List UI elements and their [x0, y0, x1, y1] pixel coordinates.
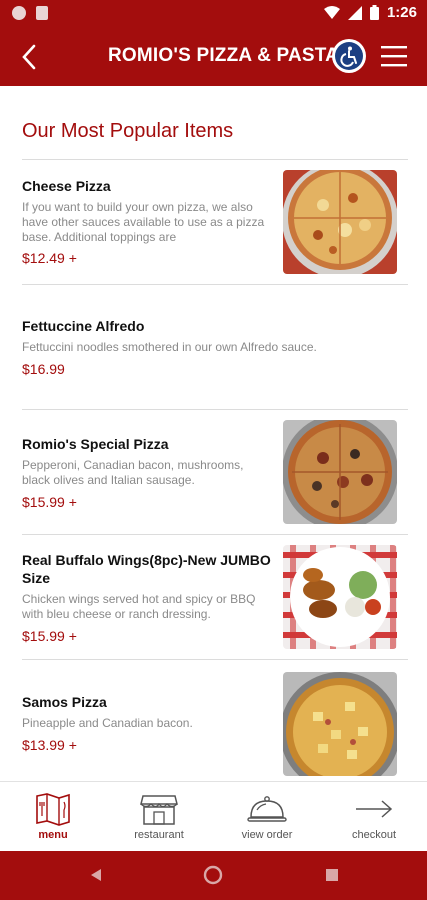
item-price: $12.49 + — [22, 250, 77, 266]
app-header: ROMIO'S PIZZA & PASTA — [0, 28, 427, 86]
item-description: If you want to build your own pizza, we … — [22, 200, 265, 244]
back-button[interactable] — [16, 42, 44, 72]
nav-menu-label: menu — [38, 829, 68, 841]
samos-pizza-image — [283, 672, 397, 776]
item-name: Cheese Pizza — [22, 178, 111, 194]
romios-special-pizza-image — [283, 420, 397, 524]
wifi-icon — [323, 5, 340, 19]
arrow-right-icon — [356, 800, 393, 818]
cloche-icon — [247, 796, 287, 822]
system-back-button[interactable] — [84, 863, 108, 887]
storefront-icon — [140, 795, 178, 825]
accessibility-button[interactable] — [332, 39, 366, 73]
circle-home-icon — [203, 865, 223, 885]
item-description: Pepperoni, Canadian bacon, mushrooms, bl… — [22, 458, 244, 487]
nav-menu[interactable]: menu — [0, 782, 106, 852]
hamburger-icon — [381, 46, 407, 67]
item-description: Pineapple and Canadian bacon. — [22, 716, 193, 730]
menu-item-samos-pizza[interactable]: Samos Pizza Pineapple and Canadian bacon… — [0, 659, 427, 781]
status-notifications — [12, 6, 48, 20]
nav-restaurant-label: restaurant — [134, 829, 184, 841]
item-description: Chicken wings served hot and spicy or BB… — [22, 592, 256, 621]
item-price: $16.99 — [22, 361, 65, 377]
system-home-button[interactable] — [201, 863, 225, 887]
nav-restaurant[interactable]: restaurant — [106, 782, 212, 852]
battery-icon — [369, 5, 379, 20]
back-arrow-icon — [22, 44, 36, 70]
triangle-back-icon — [91, 869, 101, 881]
popular-items-list: Our Most Popular Items Cheese Pizza If y… — [0, 86, 427, 781]
menu-item-cheese-pizza[interactable]: Cheese Pizza If you want to build your o… — [0, 159, 427, 284]
buffalo-wings-image — [283, 545, 397, 649]
item-name: Romio's Special Pizza — [22, 436, 169, 452]
menu-item-fettuccine-alfredo[interactable]: Fettuccine Alfredo Fettuccini noodles sm… — [0, 284, 427, 409]
notification-dot-icon — [12, 6, 26, 20]
system-navigation-bar — [0, 851, 427, 900]
menu-book-icon — [36, 793, 70, 826]
system-recents-button[interactable] — [320, 863, 344, 887]
item-name: Samos Pizza — [22, 694, 107, 710]
cheese-pizza-image — [283, 170, 397, 274]
signal-icon — [347, 5, 362, 20]
nav-view-order[interactable]: view order — [214, 782, 320, 852]
nav-view-order-label: view order — [241, 829, 293, 841]
app-title: ROMIO'S PIZZA & PASTA — [108, 45, 340, 66]
accessibility-icon — [335, 42, 363, 70]
status-bar: 1:26 — [0, 0, 427, 28]
bottom-navigation: menu restaurant view order checkout — [0, 781, 427, 851]
item-price: $15.99 + — [22, 494, 77, 510]
nav-checkout[interactable]: checkout — [321, 782, 427, 852]
status-time: 1:26 — [386, 4, 417, 21]
menu-item-buffalo-wings[interactable]: Real Buffalo Wings(8pc)-New JUMBO Size C… — [0, 534, 427, 659]
status-indicators: 1:26 — [323, 4, 417, 21]
item-price: $13.99 + — [22, 737, 77, 753]
item-price: $15.99 + — [22, 628, 77, 644]
menu-item-romios-special-pizza[interactable]: Romio's Special Pizza Pepperoni, Canadia… — [0, 409, 427, 534]
section-title: Our Most Popular Items — [22, 120, 234, 142]
item-description: Fettuccini noodles smothered in our own … — [22, 340, 317, 354]
nav-checkout-label: checkout — [351, 829, 397, 841]
square-recents-icon — [326, 869, 338, 881]
notification-sd-icon — [36, 6, 48, 20]
item-name: Real Buffalo Wings(8pc)-New JUMBO Size — [22, 552, 271, 586]
item-name: Fettuccine Alfredo — [22, 318, 145, 334]
hamburger-menu-button[interactable] — [380, 44, 408, 68]
